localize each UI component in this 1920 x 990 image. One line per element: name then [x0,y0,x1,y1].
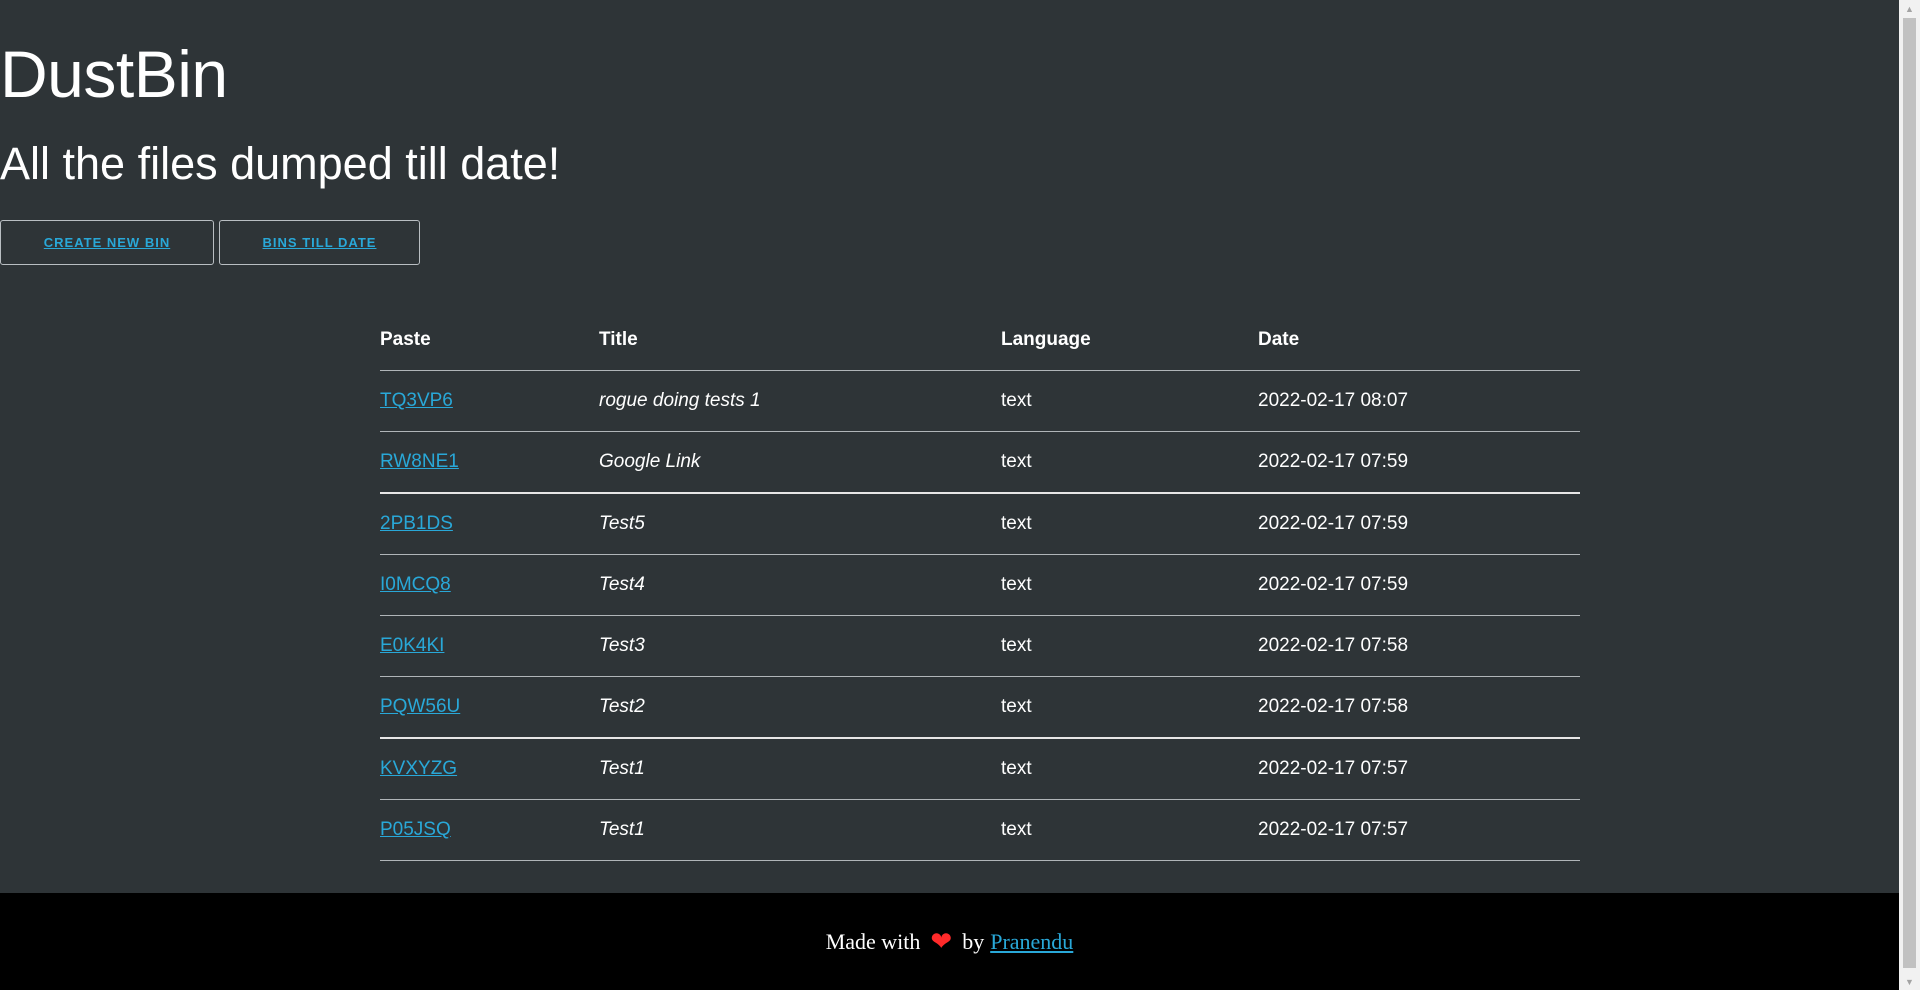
paste-language: text [1001,738,1258,800]
paste-language: text [1001,676,1258,739]
paste-id-link[interactable]: P05JSQ [380,819,451,840]
create-new-bin-button[interactable]: CREATE NEW BIN [0,220,214,265]
nav-buttons: CREATE NEW BIN BINS TILL DATE [0,220,420,265]
table-row: PQW56U Test2 text 2022-02-17 07:58 [380,676,1580,739]
paste-language: text [1001,799,1258,861]
heart-icon: ❤ [930,926,953,956]
table-row: E0K4KI Test3 text 2022-02-17 07:58 [380,615,1580,677]
table-row: 2PB1DS Test5 text 2022-02-17 07:59 [380,493,1580,555]
paste-date: 2022-02-17 07:58 [1258,615,1580,677]
paste-date: 2022-02-17 07:59 [1258,493,1580,555]
page: DustBin All the files dumped till date! … [0,0,1899,990]
paste-language: text [1001,431,1258,494]
vertical-scrollbar[interactable]: ▲ ▼ [1899,0,1920,990]
paste-date: 2022-02-17 07:57 [1258,738,1580,800]
column-header-paste: Paste [380,310,599,371]
paste-language: text [1001,554,1258,616]
paste-title: Google Link [599,431,1001,494]
paste-date: 2022-02-17 07:58 [1258,676,1580,739]
paste-title: rogue doing tests 1 [599,370,1001,432]
scroll-up-arrow-icon[interactable]: ▲ [1899,0,1920,17]
table-row: I0MCQ8 Test4 text 2022-02-17 07:59 [380,554,1580,616]
paste-id-link[interactable]: TQ3VP6 [380,390,453,411]
scroll-down-arrow-icon[interactable]: ▼ [1899,973,1920,990]
bins-till-date-button[interactable]: BINS TILL DATE [219,220,420,265]
table-row: RW8NE1 Google Link text 2022-02-17 07:59 [380,431,1580,494]
table-row: KVXYZG Test1 text 2022-02-17 07:57 [380,738,1580,800]
paste-language: text [1001,615,1258,677]
page-subtitle: All the files dumped till date! [0,138,561,189]
paste-title: Test5 [599,493,1001,555]
paste-title: Test2 [599,676,1001,739]
paste-id-link[interactable]: RW8NE1 [380,451,459,472]
paste-id-link[interactable]: KVXYZG [380,758,457,779]
paste-date: 2022-02-17 07:57 [1258,799,1580,861]
table-row: TQ3VP6 rogue doing tests 1 text 2022-02-… [380,370,1580,432]
site-title: DustBin [0,37,228,111]
footer-made-with-text: Made with [825,928,921,954]
paste-language: text [1001,370,1258,432]
pastes-table: Paste Title Language Date TQ3VP6 rogue d… [380,310,1580,861]
paste-id-link[interactable]: 2PB1DS [380,513,453,534]
paste-title: Test3 [599,615,1001,677]
scrollbar-thumb[interactable] [1903,18,1916,968]
footer-by-text: by [962,928,985,954]
footer: Made with ❤ by Pranendu [0,893,1899,990]
column-header-title: Title [599,310,1001,371]
paste-title: Test1 [599,738,1001,800]
paste-date: 2022-02-17 07:59 [1258,554,1580,616]
paste-date: 2022-02-17 08:07 [1258,370,1580,432]
paste-id-link[interactable]: I0MCQ8 [380,574,451,595]
author-link[interactable]: Pranendu [990,929,1073,955]
paste-id-link[interactable]: E0K4KI [380,635,444,656]
paste-title: Test4 [599,554,1001,616]
paste-date: 2022-02-17 07:59 [1258,431,1580,494]
paste-language: text [1001,493,1258,555]
table-row: P05JSQ Test1 text 2022-02-17 07:57 [380,799,1580,861]
paste-id-link[interactable]: PQW56U [380,696,460,717]
column-header-date: Date [1258,310,1580,371]
column-header-language: Language [1001,310,1258,371]
paste-title: Test1 [599,799,1001,861]
table-header-row: Paste Title Language Date [380,310,1580,371]
